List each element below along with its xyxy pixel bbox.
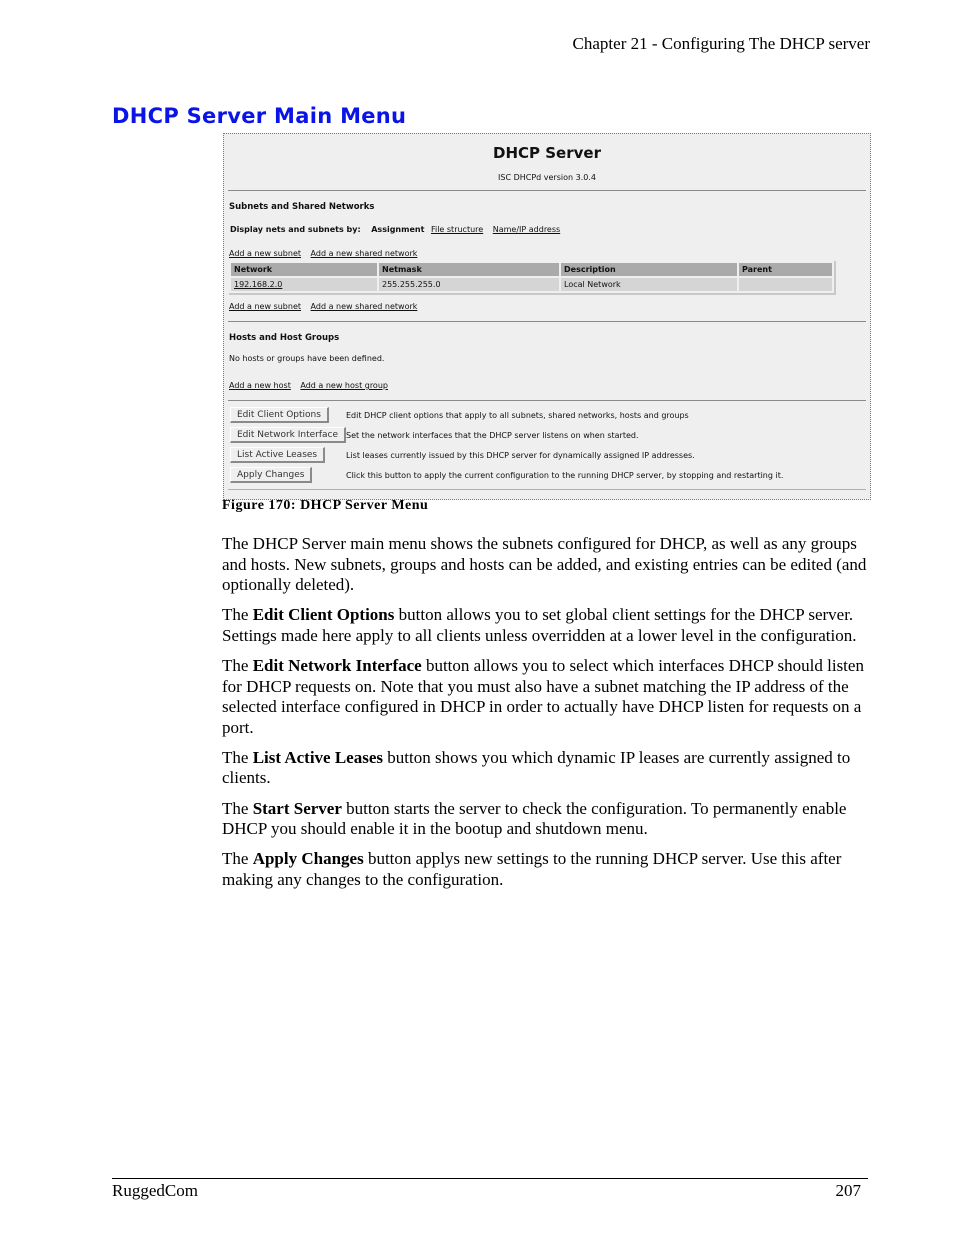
edit-client-options-button[interactable]: Edit Client Options (230, 407, 329, 423)
running-header: Chapter 21 - Configuring The DHCP server (572, 34, 870, 53)
column-header-network: Network (231, 263, 377, 276)
no-hosts-message: No hosts or groups have been defined. (229, 354, 385, 363)
add-shared-network-link[interactable]: Add a new shared network (311, 249, 418, 258)
section-title: DHCP Server Main Menu (112, 104, 407, 128)
action-row-edit-network-interface: Edit Network Interface (230, 427, 347, 443)
list-active-leases-description: List leases currently issued by this DHC… (346, 451, 695, 460)
networks-table: Network Netmask Description Parent 192.1… (229, 261, 836, 295)
column-header-parent: Parent (739, 263, 832, 276)
hosts-heading: Hosts and Host Groups (229, 333, 340, 343)
display-by-row: Display nets and subnets by: Assignment … (230, 225, 567, 234)
column-header-netmask: Netmask (379, 263, 559, 276)
paragraph: The DHCP Server main menu shows the subn… (222, 534, 867, 595)
divider (228, 489, 866, 490)
host-links: Add a new host Add a new host group (229, 381, 395, 390)
action-row-apply-changes: Apply Changes (230, 467, 313, 483)
divider (228, 190, 866, 191)
column-header-description: Description (561, 263, 737, 276)
add-subnet-link[interactable]: Add a new subnet (229, 249, 301, 258)
display-by-name-ip-link[interactable]: Name/IP address (493, 225, 560, 234)
version-text: ISC DHCPd version 3.0.4 (498, 173, 596, 182)
network-cell: 192.168.2.0 (231, 278, 377, 291)
paragraph: The Edit Client Options button allows yo… (222, 605, 857, 645)
apply-changes-button[interactable]: Apply Changes (230, 467, 313, 483)
add-subnet-link[interactable]: Add a new subnet (229, 302, 301, 311)
table-row: 192.168.2.0 255.255.255.0 Local Network (231, 278, 832, 291)
term-apply-changes: Apply Changes (252, 849, 364, 869)
action-row-edit-client-options: Edit Client Options (230, 407, 329, 423)
edit-client-options-description: Edit DHCP client options that apply to a… (346, 411, 689, 420)
paragraph: The Start Server button starts the serve… (222, 798, 847, 839)
edit-network-interface-description: Set the network interfaces that the DHCP… (346, 431, 639, 440)
divider (228, 321, 866, 322)
term-edit-client-options: Edit Client Options (252, 605, 395, 625)
add-host-link[interactable]: Add a new host (229, 381, 291, 390)
display-by-label: Display nets and subnets by: (230, 225, 361, 234)
paragraph: The Apply Changes button applys new sett… (222, 849, 842, 889)
paragraph: The List Active Leases button shows you … (222, 747, 851, 788)
page-number: 207 (835, 1181, 862, 1200)
add-host-group-link[interactable]: Add a new host group (300, 381, 388, 390)
netmask-cell: 255.255.255.0 (379, 278, 559, 291)
term-list-active-leases: List Active Leases (252, 747, 384, 767)
network-link[interactable]: 192.168.2.0 (234, 280, 282, 289)
display-by-current: Assignment (371, 225, 425, 234)
subnets-heading: Subnets and Shared Networks (229, 202, 375, 212)
apply-changes-description: Click this button to apply the current c… (346, 471, 784, 480)
footer-rule (112, 1178, 868, 1179)
subnet-links-bottom: Add a new subnet Add a new shared networ… (229, 302, 424, 311)
paragraph: The Edit Network Interface button allows… (222, 655, 864, 737)
edit-network-interface-button[interactable]: Edit Network Interface (230, 427, 347, 443)
subnet-links-top: Add a new subnet Add a new shared networ… (229, 249, 424, 258)
footer-company: RuggedCom (112, 1181, 198, 1200)
divider (228, 400, 866, 401)
app-title: DHCP Server (493, 144, 601, 162)
term-edit-network-interface: Edit Network Interface (252, 655, 422, 675)
add-shared-network-link[interactable]: Add a new shared network (311, 302, 418, 311)
display-by-file-structure-link[interactable]: File structure (431, 225, 483, 234)
table-header-row: Network Netmask Description Parent (231, 263, 832, 276)
parent-cell (739, 278, 832, 291)
action-row-list-active-leases: List Active Leases (230, 447, 326, 463)
figure-caption: Figure 170: DHCP Server Menu (222, 498, 429, 513)
description-cell: Local Network (561, 278, 737, 291)
term-start-server: Start Server (252, 798, 342, 818)
list-active-leases-button[interactable]: List Active Leases (230, 447, 326, 463)
body-text: The DHCP Server main menu shows the subn… (222, 534, 872, 900)
dhcp-server-screenshot: DHCP Server ISC DHCPd version 3.0.4 Subn… (223, 133, 871, 500)
